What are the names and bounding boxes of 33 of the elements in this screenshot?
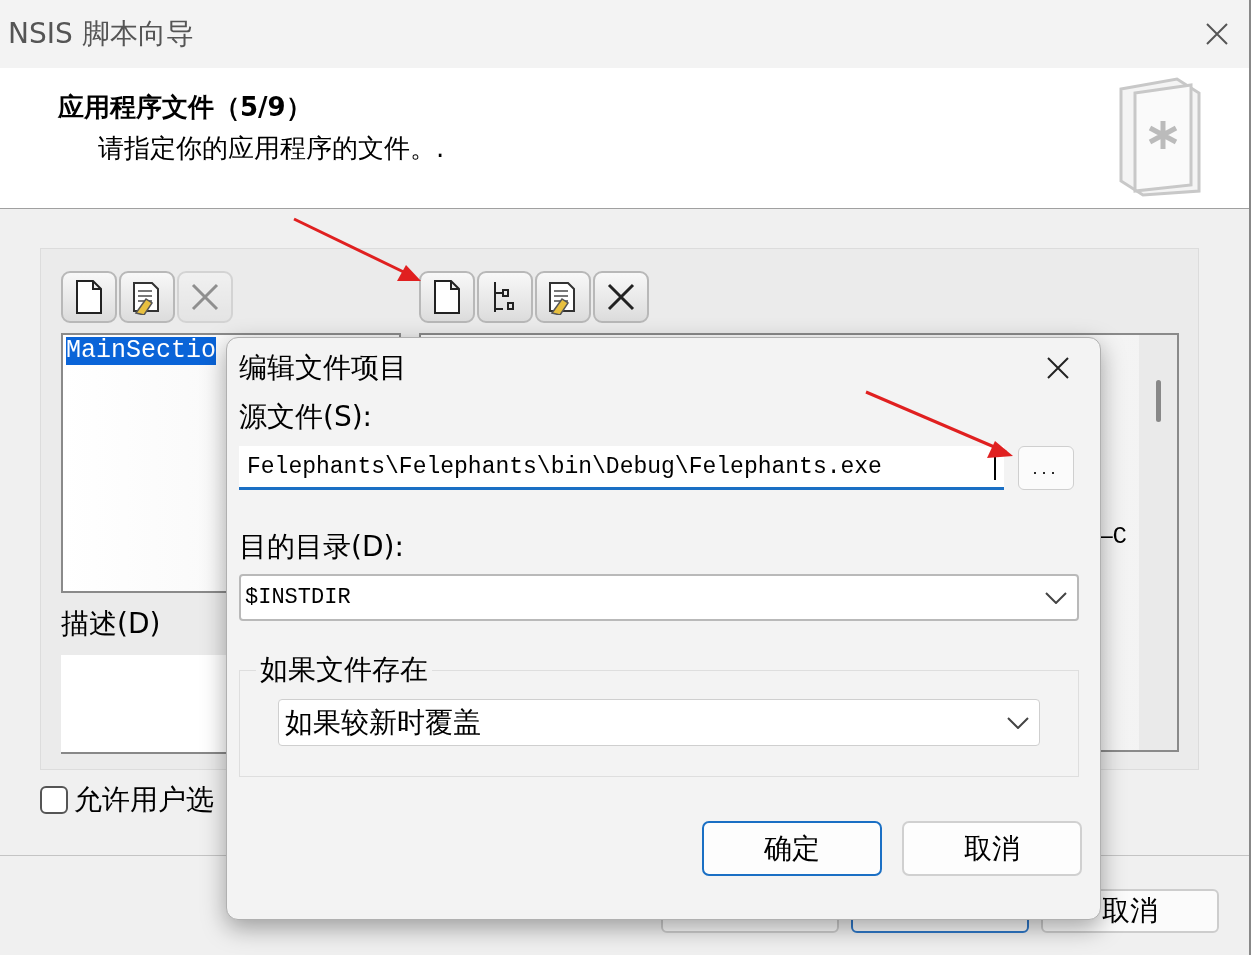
toolbar-button[interactable] xyxy=(593,271,649,323)
section-item[interactable]: MainSectio xyxy=(66,337,217,365)
toolbar-button[interactable] xyxy=(61,271,117,323)
toolbar-button[interactable] xyxy=(119,271,175,323)
page-title: 应用程序文件（5/9） xyxy=(58,91,313,124)
target-label: 目的目录(D): xyxy=(239,529,404,565)
description-label: 描述(D) xyxy=(61,606,162,642)
book-icon xyxy=(1117,75,1203,197)
target-combo[interactable]: $INSTDIR xyxy=(239,574,1079,621)
close-icon[interactable] xyxy=(1046,356,1070,380)
ok-button[interactable]: 确定 xyxy=(702,821,882,876)
checkbox-label: 允许用户选 xyxy=(74,782,214,818)
scroll-thumb[interactable] xyxy=(1155,380,1161,422)
toolbar-button[interactable] xyxy=(419,271,475,323)
source-label: 源文件(S): xyxy=(239,399,373,435)
chevron-down-icon xyxy=(1007,716,1029,729)
new-file-icon xyxy=(74,279,104,315)
dialog-title: 编辑文件项目 xyxy=(239,350,407,386)
page-subtitle: 请指定你的应用程序的文件。. xyxy=(97,132,445,165)
overwrite-select[interactable]: 如果较新时覆盖 xyxy=(278,699,1040,746)
source-field[interactable]: Felephants\Felephants\bin\Debug\Felephants.exe xyxy=(239,446,1004,490)
toolbar-button[interactable] xyxy=(535,271,591,323)
checkbox[interactable] xyxy=(40,786,68,814)
group-label: 如果文件存在 xyxy=(259,652,429,688)
close-icon[interactable] xyxy=(1205,22,1229,46)
new-file-icon xyxy=(432,279,462,315)
cancel-button[interactable]: 取消 xyxy=(902,821,1082,876)
chevron-down-icon xyxy=(1045,591,1067,604)
browse-button[interactable]: ... xyxy=(1018,446,1074,490)
toolbar-button[interactable] xyxy=(477,271,533,323)
delete-icon xyxy=(605,281,637,313)
delete-icon xyxy=(189,281,221,313)
window-title: NSIS 脚本向导 xyxy=(8,16,194,52)
